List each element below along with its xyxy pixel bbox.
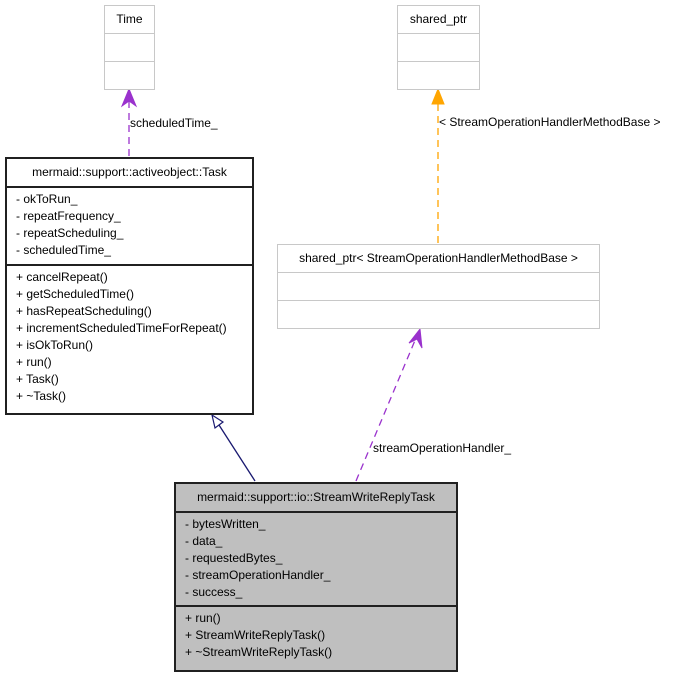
class-shared-ptr-instance-title: shared_ptr< StreamOperationHandlerMethod… <box>299 251 578 265</box>
method: + run() <box>16 355 52 369</box>
class-stream-write-reply-task-attributes: - bytesWritten_ - data_ - requestedBytes… <box>176 511 456 605</box>
attribute: - bytesWritten_ <box>185 517 266 531</box>
method: + StreamWriteReplyTask() <box>185 628 326 642</box>
filled-arrowhead-icon <box>431 87 445 105</box>
edge-swrt-to-task <box>211 413 256 482</box>
edge-instance-to-shared-ptr <box>431 87 445 243</box>
class-shared-ptr[interactable]: shared_ptr <box>397 5 480 90</box>
method: + hasRepeatScheduling() <box>16 304 152 318</box>
class-time[interactable]: Time <box>104 5 155 90</box>
edge-label-stream-operation-handler: streamOperationHandler_ <box>373 441 512 455</box>
class-stream-write-reply-task-methods: + run() + StreamWriteReplyTask() + ~Stre… <box>176 605 456 661</box>
class-shared-ptr-methods <box>398 61 479 89</box>
class-task-methods: + cancelRepeat() + getScheduledTime() + … <box>7 264 252 405</box>
inheritance-arrowhead-icon <box>211 413 225 430</box>
method: + cancelRepeat() <box>16 270 108 284</box>
method: + incrementScheduledTimeForRepeat() <box>16 321 227 335</box>
class-shared-ptr-attributes <box>398 33 479 61</box>
edge-swrt-to-instance <box>355 327 423 482</box>
method: + run() <box>185 611 221 625</box>
class-shared-ptr-instance-methods <box>278 300 599 328</box>
class-task-title: mermaid::support::activeobject::Task <box>32 165 227 179</box>
class-stream-write-reply-task[interactable]: mermaid::support::io::StreamWriteReplyTa… <box>174 482 458 672</box>
class-task-attributes: - okToRun_ - repeatFrequency_ - repeatSc… <box>7 186 252 264</box>
attribute: - repeatFrequency_ <box>16 209 121 223</box>
class-shared-ptr-instance-attributes <box>278 272 599 300</box>
edge-label-scheduled-time: scheduledTime_ <box>130 116 218 130</box>
class-time-methods <box>105 61 154 89</box>
method: + ~Task() <box>16 389 67 403</box>
method: + ~StreamWriteReplyTask() <box>185 645 333 659</box>
method: + isOkToRun() <box>16 338 94 352</box>
open-arrowhead-icon <box>408 327 423 349</box>
class-task[interactable]: mermaid::support::activeobject::Task - o… <box>5 157 254 415</box>
class-shared-ptr-title: shared_ptr <box>409 12 468 26</box>
attribute: - repeatScheduling_ <box>16 226 124 240</box>
method: + Task() <box>16 372 59 386</box>
class-time-attributes <box>105 33 154 61</box>
method: + getScheduledTime() <box>16 287 134 301</box>
attribute: - streamOperationHandler_ <box>185 568 331 582</box>
class-time-title: Time <box>116 12 143 26</box>
class-shared-ptr-instance[interactable]: shared_ptr< StreamOperationHandlerMethod… <box>277 244 600 329</box>
attribute: - data_ <box>185 534 223 548</box>
edge-label-template-argument: < StreamOperationHandlerMethodBase > <box>439 115 661 129</box>
attribute: - scheduledTime_ <box>16 243 111 257</box>
attribute: - okToRun_ <box>16 192 78 206</box>
class-stream-write-reply-task-title: mermaid::support::io::StreamWriteReplyTa… <box>197 490 435 504</box>
attribute: - success_ <box>185 585 243 599</box>
attribute: - requestedBytes_ <box>185 551 283 565</box>
